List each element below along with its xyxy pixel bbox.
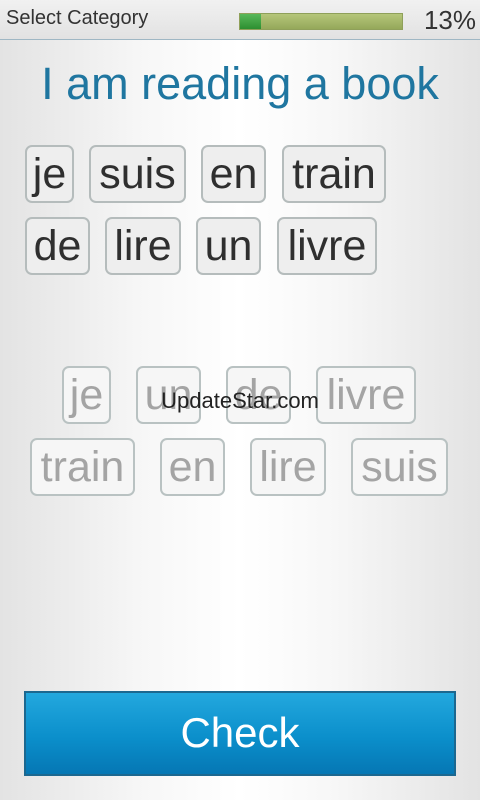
answer-word-tile[interactable]: de: [25, 217, 90, 275]
pool-word-tile[interactable]: un: [136, 366, 201, 424]
answer-word-tile[interactable]: lire: [105, 217, 181, 275]
check-button[interactable]: Check: [24, 691, 456, 776]
pool-word-tile[interactable]: livre: [316, 366, 416, 424]
answer-word-tile[interactable]: suis: [89, 145, 186, 203]
pool-word-tile[interactable]: je: [62, 366, 111, 424]
pool-word-tile[interactable]: suis: [351, 438, 448, 496]
pool-word-tile[interactable]: en: [160, 438, 225, 496]
top-bar: Select Category 13%: [0, 0, 480, 40]
select-category-link[interactable]: Select Category: [6, 7, 148, 30]
progress-bar: [239, 13, 403, 30]
pool-word-tile[interactable]: de: [226, 366, 291, 424]
pool-word-tile[interactable]: lire: [250, 438, 326, 496]
progress-percent: 13%: [423, 5, 476, 35]
answer-word-tile[interactable]: un: [196, 217, 261, 275]
answer-word-tile[interactable]: livre: [277, 217, 377, 275]
sentence-prompt: I am reading a book: [41, 58, 439, 109]
progress-bar-fill: [240, 14, 262, 29]
pool-word-tile[interactable]: train: [30, 438, 135, 496]
answer-word-tile[interactable]: en: [201, 145, 266, 203]
answer-word-tile[interactable]: train: [282, 145, 386, 203]
answer-word-tile[interactable]: je: [25, 145, 74, 203]
